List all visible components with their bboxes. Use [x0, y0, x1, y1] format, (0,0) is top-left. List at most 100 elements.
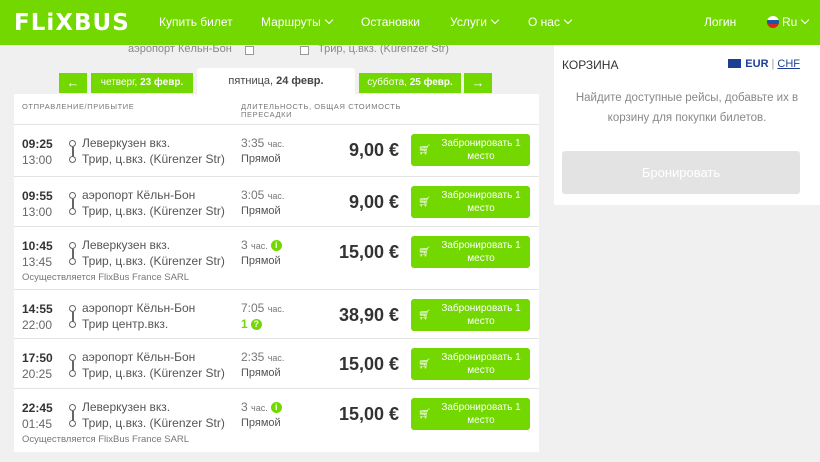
- book-button[interactable]: Бронировать: [562, 151, 800, 194]
- route-end-dot: [69, 370, 76, 377]
- currency-chf[interactable]: CHF: [777, 58, 800, 70]
- station-filter-checkbox[interactable]: [300, 46, 309, 55]
- prev-day-arrow[interactable]: ←: [59, 73, 87, 93]
- date-tab-prev-date: 23 февр.: [140, 77, 184, 88]
- nav-services-label: Услуги: [450, 15, 487, 29]
- departure-time: 09:55: [22, 189, 53, 203]
- nav-routes[interactable]: Маршруты: [261, 15, 334, 29]
- arrival-station[interactable]: Трир, ц.вкз. (Kürenzer Str): [82, 204, 225, 218]
- arrival-station[interactable]: Трир, ц.вкз. (Kürenzer Str): [82, 152, 225, 166]
- transfer-info: Прямой: [241, 417, 281, 429]
- station-filter-checkbox[interactable]: [245, 46, 254, 55]
- route-start-dot: [69, 305, 76, 312]
- departure-time: 17:50: [22, 351, 53, 365]
- departure-station[interactable]: аэропорт Кёльн-Бон: [82, 188, 195, 202]
- currency-eur[interactable]: EUR: [745, 58, 768, 70]
- chevron-down-icon: [801, 15, 810, 25]
- info-icon[interactable]: i: [270, 402, 282, 413]
- nav-buy-ticket[interactable]: Купить билет: [159, 15, 233, 29]
- date-tab-next-date: 25 февр.: [409, 77, 453, 88]
- cart-icon: 🛒︎: [418, 359, 431, 370]
- book-seat-button[interactable]: 🛒︎ Забронировать 1 место: [411, 348, 530, 380]
- departure-station[interactable]: аэропорт Кёльн-Бон: [82, 301, 195, 315]
- login-link[interactable]: Логин: [704, 15, 736, 29]
- book-seat-label: Забронировать 1 место: [441, 138, 521, 162]
- ride-row: 17:50 20:25 аэропорт Кёльн-Бон Трир, ц.вкз.…: [14, 338, 539, 388]
- basket-panel: КОРЗИНА EUR | CHF Найдите доступные рейсы,…: [554, 45, 820, 205]
- cart-icon: 🛒︎: [418, 409, 431, 420]
- station-filter-strip: аэропорт Кёльн-Бон Трир, ц.вкз. (Kürenze…: [0, 45, 540, 65]
- date-tab-next[interactable]: суббота, 25 февр.: [359, 73, 461, 93]
- arrival-time: 13:00: [22, 205, 53, 219]
- nav-services[interactable]: Услуги: [450, 15, 500, 29]
- ride-price: 38,90 €: [338, 305, 399, 325]
- operator-note: Осуществляется FlixBus France SARL: [22, 272, 190, 283]
- transfer-info: Прямой: [241, 153, 281, 165]
- ride-price: 15,00 €: [338, 404, 399, 424]
- arrival-station[interactable]: Трир центр.вкз.: [82, 317, 168, 331]
- next-day-arrow[interactable]: →: [464, 73, 492, 93]
- route-start-dot: [69, 192, 76, 199]
- route-start-dot: [69, 404, 76, 411]
- departure-station[interactable]: Леверкузен вкз.: [82, 400, 170, 414]
- basket-empty-text: Найдите доступные рейсы, добавьте их в к…: [575, 92, 799, 124]
- departure-time: 14:55: [22, 302, 53, 316]
- basket-title: КОРЗИНА: [562, 58, 619, 72]
- departure-station[interactable]: Леверкузен вкз.: [82, 136, 170, 150]
- chevron-down-icon: [563, 15, 573, 25]
- date-tab-active[interactable]: пятница, 24 февр.: [197, 68, 355, 95]
- departure-time: 10:45: [22, 239, 53, 253]
- ride-row: 10:45 13:45 Леверкузен вкз. Трир, ц.вкз. (K…: [14, 226, 539, 289]
- language-selector[interactable]: Ru: [767, 15, 810, 29]
- ride-duration-unit: час.: [267, 139, 285, 149]
- book-seat-label: Забронировать 1 место: [441, 402, 521, 426]
- nav-stops[interactable]: Остановки: [361, 15, 420, 29]
- date-tab-prev[interactable]: четверг, 23 февр.: [91, 73, 193, 93]
- transfer-info: Прямой: [241, 205, 281, 217]
- ride-duration: 3:35 час.: [241, 136, 284, 150]
- ride-duration-value: 3: [241, 400, 248, 414]
- ride-price: 15,00 €: [338, 242, 399, 262]
- arrival-time: 20:25: [22, 367, 53, 381]
- cart-icon: 🛒︎: [418, 310, 431, 321]
- transfer-count[interactable]: 1?: [241, 317, 262, 331]
- ride-duration: 3 час. i: [241, 238, 282, 252]
- arrival-station[interactable]: Трир, ц.вкз. (Kürenzer Str): [82, 416, 225, 430]
- ride-row: 14:55 22:00 аэропорт Кёльн-Бон Трир центр.в…: [14, 289, 539, 338]
- cart-icon: 🛒︎: [418, 247, 431, 258]
- info-icon[interactable]: i: [270, 240, 282, 251]
- ride-price: 9,00 €: [348, 140, 399, 160]
- transfer-count-value: 1: [241, 317, 248, 331]
- date-tab-active-label: пятница,: [228, 75, 274, 87]
- route-end-dot: [69, 420, 76, 427]
- chevron-down-icon: [324, 15, 334, 25]
- book-seat-label: Забронировать 1 место: [441, 352, 521, 376]
- russian-flag-icon: [767, 16, 779, 28]
- ride-duration-unit: час.: [251, 403, 268, 413]
- arrival-time: 13:45: [22, 255, 53, 269]
- route-start-dot: [69, 354, 76, 361]
- book-seat-button[interactable]: 🛒︎ Забронировать 1 место: [411, 186, 530, 218]
- flixbus-logo[interactable]: FLiXBUS: [14, 10, 130, 36]
- ride-price: 9,00 €: [348, 192, 399, 212]
- departure-station[interactable]: Леверкузен вкз.: [82, 238, 170, 252]
- ride-duration-unit: час.: [267, 353, 285, 363]
- question-icon[interactable]: ?: [250, 319, 262, 330]
- arrival-station[interactable]: Трир, ц.вкз. (Kürenzer Str): [82, 254, 225, 268]
- currency-separator: |: [771, 58, 775, 70]
- book-seat-button[interactable]: 🛒︎ Забронировать 1 место: [411, 134, 530, 166]
- ride-duration-unit: час.: [251, 241, 268, 251]
- ride-duration: 2:35 час.: [241, 350, 284, 364]
- book-seat-button[interactable]: 🛒︎ Забронировать 1 место: [411, 236, 530, 268]
- cart-icon: 🛒︎: [418, 145, 431, 156]
- ride-row: 09:55 13:00 аэропорт Кёльн-Бон Трир, ц.вкз.…: [14, 176, 539, 226]
- arrival-station[interactable]: Трир, ц.вкз. (Kürenzer Str): [82, 366, 225, 380]
- language-label: Ru: [782, 15, 798, 29]
- departure-time: 22:45: [22, 401, 53, 415]
- book-seat-button[interactable]: 🛒︎ Забронировать 1 место: [411, 398, 530, 430]
- book-seat-label: Забронировать 1 место: [441, 240, 521, 264]
- ride-duration-value: 2:35: [241, 350, 265, 364]
- departure-station[interactable]: аэропорт Кёльн-Бон: [82, 350, 195, 364]
- nav-about[interactable]: О нас: [528, 15, 573, 29]
- book-seat-button[interactable]: 🛒︎ Забронировать 1 место: [411, 299, 530, 331]
